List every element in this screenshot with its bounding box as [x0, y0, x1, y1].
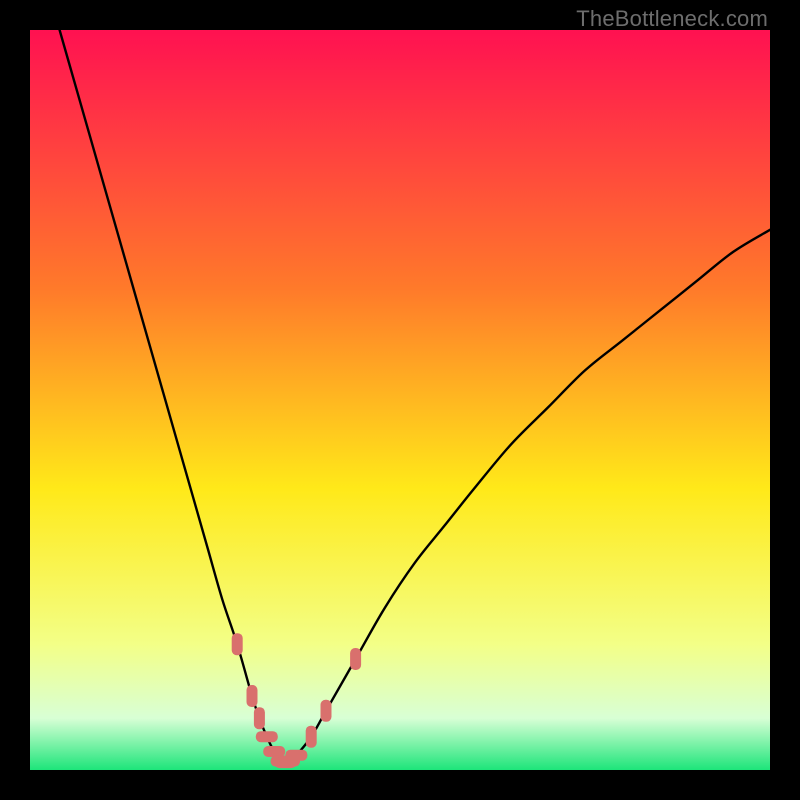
bottleneck-curve	[60, 30, 770, 763]
tick-right-1	[321, 700, 332, 722]
tick-left-2	[254, 707, 265, 729]
tick-bottom-5	[285, 750, 307, 761]
tick-bottom-1	[263, 746, 285, 757]
tick-marker-layer	[232, 633, 361, 768]
tick-left-1	[247, 685, 258, 707]
outer-frame: TheBottleneck.com	[0, 0, 800, 800]
watermark-text: TheBottleneck.com	[576, 6, 768, 32]
tick-right-0	[306, 726, 317, 748]
curve-layer	[30, 30, 770, 770]
plot-area	[30, 30, 770, 770]
tick-right-2	[350, 648, 361, 670]
tick-left-0	[232, 633, 243, 655]
tick-bottom-0	[256, 731, 278, 742]
